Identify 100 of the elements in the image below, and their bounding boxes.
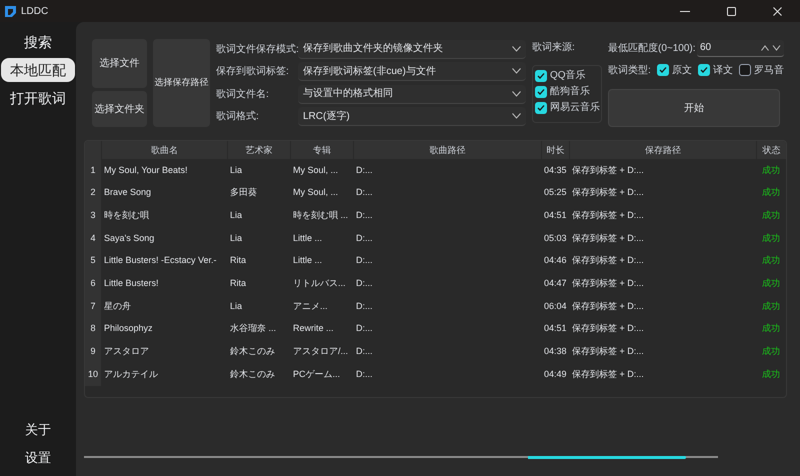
source-checkbox[interactable]: QQ音乐 <box>535 68 599 83</box>
checkbox[interactable] <box>535 102 547 114</box>
window-title: LDDC <box>21 4 48 18</box>
status-cell-text: 成功 <box>761 232 781 245</box>
app-logo-icon <box>5 6 16 16</box>
table-cell-text: 保存到标签 + D:... <box>571 345 645 358</box>
sidebar-item[interactable]: 搜索 <box>1 30 75 54</box>
table-cell-text: 保存到标签 + D:... <box>571 254 645 268</box>
table-cell-text: 保存到标签 + D:... <box>571 277 645 290</box>
table-cell-text: D:... <box>355 300 374 313</box>
lyric-type-checkbox[interactable]: 原文 <box>656 62 692 78</box>
table-cell-text: 04:49 <box>543 368 568 381</box>
row-number: 4 <box>85 227 101 250</box>
status-cell-text: 成功 <box>761 277 781 290</box>
column-header[interactable]: 保存路径 <box>569 141 756 159</box>
source-checkbox[interactable]: 网易云音乐 <box>535 100 599 115</box>
table-cell-text: 05:25 <box>543 186 568 200</box>
checkbox[interactable] <box>738 64 751 76</box>
table-cell-text: D:... <box>355 345 374 358</box>
table-cell-text: 04:35 <box>543 164 568 177</box>
table-cell-text: My Soul, ... <box>292 164 340 177</box>
row-number: 3 <box>85 204 101 228</box>
table-cell-text: Rita <box>229 254 248 268</box>
select-folder-button[interactable]: 选择文件夹 <box>92 91 147 127</box>
table-cell-text: 保存到标签 + D:... <box>571 300 645 313</box>
option-label: 歌词文件名: <box>216 88 270 102</box>
table-cell-text: Lia <box>229 300 244 313</box>
table-cell-text: 時を刻む唄 <box>103 208 150 222</box>
table-cell-text: 04:38 <box>543 345 568 358</box>
table-cell-text: Little Busters! <box>103 277 160 290</box>
table-cell-text: Lia <box>229 164 244 177</box>
select-save-path-button[interactable]: 选择保存路径 <box>153 39 210 127</box>
lyric-type-checkbox[interactable]: 罗马音 <box>738 62 784 78</box>
table-cell-text: Little ... <box>292 232 324 245</box>
spin-arrows-icon <box>761 44 781 50</box>
option-label: 歌词文件保存模式: <box>216 42 298 56</box>
table-cell-text: Saya's Song <box>103 232 156 245</box>
column-header[interactable]: 状态 <box>756 141 786 159</box>
table-cell-text: 04:47 <box>543 277 568 290</box>
chevron-down-icon <box>512 68 521 74</box>
minimize-icon <box>680 10 690 12</box>
column-header[interactable]: 歌曲路径 <box>353 141 541 159</box>
table-cell-text: Rewrite ... <box>292 322 335 336</box>
dropdown[interactable]: LRC(逐字) <box>298 107 526 126</box>
option-label: 保存到歌词标签: <box>216 64 290 80</box>
status-cell-text: 成功 <box>761 186 781 200</box>
table-cell-text: 保存到标签 + D:... <box>571 232 645 245</box>
table-cell-text: D:... <box>355 277 374 290</box>
sidebar-item[interactable]: 本地匹配 <box>1 58 75 82</box>
table-cell-text: 保存到标签 + D:... <box>571 208 645 222</box>
chevron-down-icon <box>512 46 521 52</box>
table-cell-text: Rita <box>229 277 248 290</box>
row-number: 5 <box>85 250 101 272</box>
column-header[interactable]: 时长 <box>541 141 569 159</box>
table-cell-text: 時を刻む唄 ... <box>292 208 350 222</box>
table-cell-text: D:... <box>355 368 374 381</box>
start-button[interactable]: 开始 <box>608 89 780 127</box>
lyric-type-label: 歌词类型: <box>608 64 651 78</box>
dropdown[interactable]: 保存到歌曲文件夹的镜像文件夹 <box>298 40 526 58</box>
close-icon <box>772 6 782 16</box>
column-header[interactable]: 艺术家 <box>227 141 290 159</box>
table-cell-text: リトルバス... <box>292 277 347 290</box>
row-number: 8 <box>85 318 101 340</box>
table-cell-text: 04:51 <box>543 208 568 222</box>
check-icon <box>700 66 708 74</box>
table-cell-text: 鈴木このみ <box>229 368 276 381</box>
row-number: 2 <box>85 182 101 204</box>
checkbox[interactable] <box>535 86 547 98</box>
chevron-down-icon <box>512 113 521 120</box>
sidebar-item[interactable]: 打开歌词 <box>1 86 75 110</box>
table-cell-text: アルカテイル <box>103 368 159 381</box>
sidebar-item[interactable]: 设置 <box>1 446 75 470</box>
table-cell-text: My Soul, ... <box>292 186 340 200</box>
dropdown[interactable]: 与设置中的格式相同 <box>298 84 526 104</box>
table-cell-text: 星の舟 <box>103 300 132 313</box>
source-checkbox[interactable]: 酷狗音乐 <box>535 84 599 99</box>
column-header[interactable]: 歌曲名 <box>101 141 227 159</box>
table-cell-text: 05:03 <box>543 232 568 245</box>
table-cell-text: アニメ... <box>292 300 329 313</box>
status-cell-text: 成功 <box>761 322 781 336</box>
table-cell-text: D:... <box>355 254 374 268</box>
table-cell-text: Little Busters! -Ecstacy Ver.- <box>103 254 218 268</box>
checkbox[interactable] <box>656 64 669 76</box>
sidebar-item[interactable]: 关于 <box>1 418 75 442</box>
check-icon <box>658 66 667 74</box>
select-file-button[interactable]: 选择文件 <box>92 39 147 88</box>
checkbox[interactable] <box>698 64 710 76</box>
dropdown[interactable]: 保存到歌词标签(非cue)与文件 <box>298 62 526 82</box>
table-cell-text: 鈴木このみ <box>229 345 276 358</box>
min-score-spinbox[interactable]: 60 <box>697 40 784 56</box>
status-cell-text: 成功 <box>761 254 781 268</box>
status-cell-text: 成功 <box>761 368 781 381</box>
table-cell-text: アスタロア <box>103 345 150 358</box>
table-cell-text: D:... <box>355 164 374 177</box>
table-cell-text: 06:04 <box>543 300 568 313</box>
table-cell-text: Philosophyz <box>103 322 154 336</box>
status-cell-text: 成功 <box>761 300 781 313</box>
checkbox[interactable] <box>535 70 547 82</box>
column-header[interactable]: 专辑 <box>290 141 353 159</box>
lyric-type-checkbox[interactable]: 译文 <box>698 62 733 78</box>
